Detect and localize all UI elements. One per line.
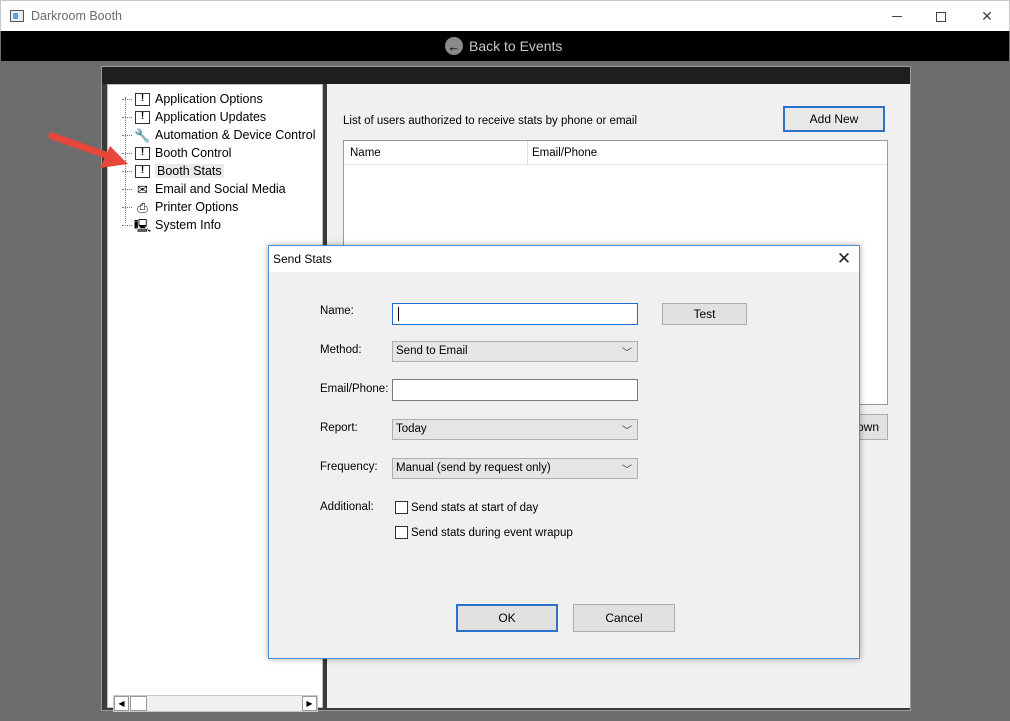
close-window-button[interactable]: ✕ bbox=[964, 1, 1010, 32]
column-separator bbox=[527, 141, 528, 165]
method-select[interactable]: Send to Email ﹀ bbox=[392, 341, 638, 362]
text-caret bbox=[398, 307, 399, 321]
maximize-button[interactable] bbox=[918, 1, 964, 32]
chevron-down-icon: ﹀ bbox=[622, 426, 632, 437]
frequency-select-value: Manual (send by request only) bbox=[396, 462, 551, 474]
maximize-icon bbox=[936, 11, 946, 22]
stats-recipients-description: List of users authorized to receive stat… bbox=[343, 115, 638, 127]
send-at-start-of-day-checkbox-row[interactable]: Send stats at start of day bbox=[395, 501, 538, 514]
test-button[interactable]: Test bbox=[662, 303, 747, 325]
app-icon bbox=[10, 10, 24, 22]
frequency-label: Frequency: bbox=[320, 461, 378, 473]
tree-item-application-updates[interactable]: ! Application Updates bbox=[122, 108, 266, 126]
send-during-wrapup-label: Send stats during event wrapup bbox=[411, 526, 573, 539]
frequency-select[interactable]: Manual (send by request only) ﹀ bbox=[392, 458, 638, 479]
dialog-title: Send Stats bbox=[273, 252, 332, 266]
add-new-button[interactable]: Add New bbox=[783, 106, 885, 132]
computer-icon: 🖳 bbox=[133, 217, 152, 233]
info-icon: ! bbox=[135, 110, 150, 124]
send-at-start-of-day-label: Send stats at start of day bbox=[411, 501, 539, 514]
tree-item-system-info[interactable]: 🖳 System Info bbox=[122, 216, 221, 234]
tree-item-label: Application Options bbox=[155, 92, 263, 106]
tree-item-label: Printer Options bbox=[155, 200, 239, 214]
scroll-right-button[interactable]: ▶ bbox=[302, 696, 317, 711]
name-input[interactable] bbox=[392, 303, 638, 325]
send-stats-dialog: Send Stats ✕ Name: Test Method: Send to … bbox=[268, 245, 860, 659]
scroll-thumb[interactable] bbox=[130, 696, 147, 711]
report-select-value: Today bbox=[396, 423, 427, 435]
method-label: Method: bbox=[320, 344, 362, 356]
chevron-down-icon: ﹀ bbox=[622, 348, 632, 359]
scroll-right-icon: ▶ bbox=[306, 699, 313, 708]
window-title: Darkroom Booth bbox=[31, 9, 123, 23]
dialog-titlebar: Send Stats ✕ bbox=[269, 246, 859, 272]
envelope-icon: ✉ bbox=[135, 182, 150, 196]
back-arrow-icon: ← bbox=[445, 37, 463, 55]
scroll-left-button[interactable]: ◀ bbox=[114, 696, 129, 711]
dialog-close-button[interactable]: ✕ bbox=[829, 247, 859, 271]
method-select-value: Send to Email bbox=[396, 345, 468, 357]
top-bar: ← Back to Events bbox=[1, 31, 1009, 61]
panel-header bbox=[102, 67, 910, 84]
tree-item-application-options[interactable]: ! Application Options bbox=[122, 90, 263, 108]
tree-item-label: System Info bbox=[155, 218, 221, 232]
tree-item-automation-device-control[interactable]: 🔧 Automation & Device Control bbox=[122, 126, 316, 144]
column-header-email-phone[interactable]: Email/Phone bbox=[532, 147, 597, 159]
email-phone-label: Email/Phone: bbox=[320, 383, 389, 395]
tree-item-printer-options[interactable]: ⎙ Printer Options bbox=[122, 198, 238, 216]
tree-item-label: Application Updates bbox=[155, 110, 267, 124]
window-titlebar: Darkroom Booth ✕ bbox=[0, 0, 1010, 31]
printer-icon: ⎙ bbox=[135, 200, 150, 214]
info-icon: ! bbox=[135, 92, 150, 106]
close-icon: ✕ bbox=[836, 249, 852, 268]
tree-item-label: Booth Stats bbox=[155, 164, 224, 178]
minimize-icon bbox=[892, 16, 902, 17]
additional-label: Additional: bbox=[320, 501, 374, 513]
email-phone-input[interactable] bbox=[392, 379, 638, 401]
ok-button[interactable]: OK bbox=[456, 604, 558, 632]
scroll-left-icon: ◀ bbox=[118, 699, 125, 708]
column-header-name[interactable]: Name bbox=[350, 147, 381, 159]
send-during-wrapup-checkbox-row[interactable]: Send stats during event wrapup bbox=[395, 526, 573, 539]
back-to-events-button[interactable]: ← Back to Events bbox=[445, 35, 562, 57]
send-at-start-of-day-checkbox[interactable] bbox=[395, 501, 408, 514]
tree-item-label: Automation & Device Control bbox=[155, 128, 316, 142]
report-label: Report: bbox=[320, 422, 358, 434]
tree-horizontal-scrollbar[interactable]: ◀ ▶ bbox=[113, 695, 318, 712]
send-during-wrapup-checkbox[interactable] bbox=[395, 526, 408, 539]
name-label: Name: bbox=[320, 305, 354, 317]
minimize-button[interactable] bbox=[874, 1, 920, 32]
report-select[interactable]: Today ﹀ bbox=[392, 419, 638, 440]
cancel-button[interactable]: Cancel bbox=[573, 604, 675, 632]
annotation-arrow-icon bbox=[48, 132, 128, 168]
tree-item-label: Email and Social Media bbox=[155, 182, 286, 196]
tree-item-email-social-media[interactable]: ✉ Email and Social Media bbox=[122, 180, 286, 198]
back-to-events-label: Back to Events bbox=[469, 38, 563, 54]
close-icon: ✕ bbox=[981, 8, 993, 24]
chevron-down-icon: ﹀ bbox=[622, 465, 632, 476]
list-header: Name Email/Phone bbox=[344, 141, 887, 165]
tree-item-label: Booth Control bbox=[155, 146, 232, 160]
